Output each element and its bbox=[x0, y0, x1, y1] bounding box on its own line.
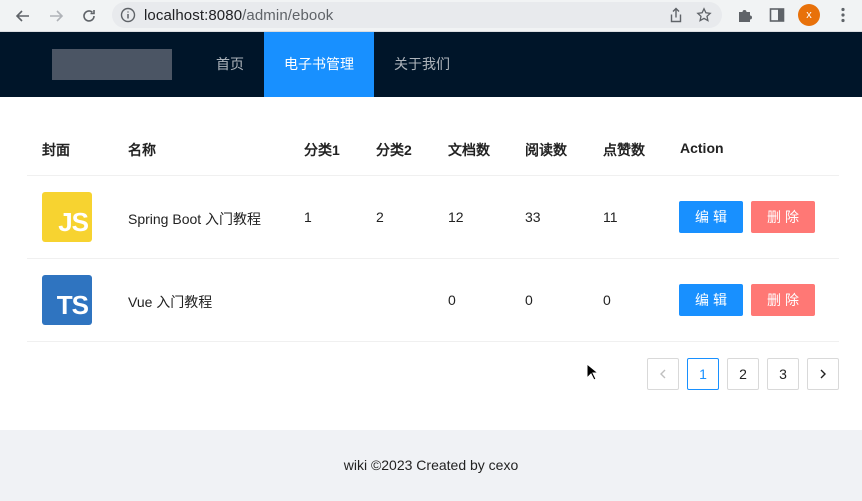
pagination-next-button[interactable] bbox=[807, 358, 839, 390]
chevron-right-icon bbox=[820, 369, 826, 379]
column-header-views: 阅读数 bbox=[525, 142, 567, 158]
book-name: Vue 入门教程 bbox=[128, 294, 213, 310]
book-category2: 2 bbox=[376, 209, 384, 225]
book-view-count: 0 bbox=[525, 292, 533, 308]
url-path: /admin/ebook bbox=[242, 7, 334, 24]
book-like-count: 11 bbox=[603, 209, 618, 225]
site-info-icon[interactable] bbox=[120, 7, 136, 23]
app-header: 首页 电子书管理 关于我们 bbox=[0, 32, 862, 97]
cover-label: TS bbox=[56, 290, 89, 320]
url-host: localhost:8080 bbox=[144, 7, 243, 24]
mouse-cursor-icon bbox=[586, 363, 598, 381]
column-header-likes: 点赞数 bbox=[603, 142, 645, 158]
pagination-page-1[interactable]: 1 bbox=[687, 358, 719, 390]
edit-button[interactable]: 编辑 bbox=[679, 284, 743, 316]
book-category1: 1 bbox=[304, 209, 312, 225]
forward-arrow-icon bbox=[50, 10, 64, 22]
main-content: 封面 名称 分类1 分类2 文档数 阅读数 点赞数 Action JS Spri… bbox=[0, 97, 862, 430]
book-doc-count: 12 bbox=[448, 209, 464, 225]
share-icon[interactable] bbox=[668, 7, 684, 23]
pagination-page-3[interactable]: 3 bbox=[767, 358, 799, 390]
menu-item-home[interactable]: 首页 bbox=[200, 32, 260, 97]
pagination-prev-button[interactable] bbox=[647, 358, 679, 390]
chevron-left-icon bbox=[660, 369, 666, 379]
book-cover-image: JS bbox=[42, 192, 92, 242]
address-bar[interactable]: localhost:8080/admin/ebook bbox=[112, 2, 722, 28]
profile-avatar[interactable]: x bbox=[798, 4, 820, 26]
reload-icon bbox=[83, 10, 95, 22]
forward-button[interactable] bbox=[45, 5, 67, 27]
side-panel-icon[interactable] bbox=[768, 6, 786, 24]
table-header: 封面 名称 分类1 分类2 文档数 阅读数 点赞数 Action bbox=[27, 122, 839, 176]
column-header-name: 名称 bbox=[128, 142, 156, 158]
bookmark-star-icon[interactable] bbox=[696, 7, 712, 23]
logo-placeholder bbox=[52, 49, 172, 80]
table-row: TS Vue 入门教程 0 0 0 编辑 删除 bbox=[27, 259, 839, 342]
cover-label: JS bbox=[58, 207, 89, 237]
column-header-category1: 分类1 bbox=[304, 142, 340, 158]
book-like-count: 0 bbox=[603, 292, 611, 308]
reload-button[interactable] bbox=[78, 5, 100, 27]
page-footer: wiki ©2023 Created by cexo bbox=[0, 430, 862, 501]
pagination-page-2[interactable]: 2 bbox=[727, 358, 759, 390]
column-header-category2: 分类2 bbox=[376, 142, 412, 158]
column-header-docs: 文档数 bbox=[448, 142, 490, 158]
delete-button[interactable]: 删除 bbox=[751, 201, 815, 233]
delete-button[interactable]: 删除 bbox=[751, 284, 815, 316]
more-menu-icon[interactable] bbox=[834, 6, 852, 24]
edit-button[interactable]: 编辑 bbox=[679, 201, 743, 233]
book-doc-count: 0 bbox=[448, 292, 456, 308]
column-header-cover: 封面 bbox=[42, 142, 70, 158]
back-arrow-icon bbox=[15, 10, 29, 22]
menu-item-about[interactable]: 关于我们 bbox=[380, 32, 464, 97]
back-button[interactable] bbox=[12, 5, 34, 27]
table-row: JS Spring Boot 入门教程 1 2 12 33 11 编辑 删除 bbox=[27, 176, 839, 259]
menu-item-ebook-admin[interactable]: 电子书管理 bbox=[264, 32, 374, 97]
url-text: localhost:8080/admin/ebook bbox=[144, 7, 333, 24]
browser-toolbar: localhost:8080/admin/ebook x bbox=[0, 0, 862, 32]
footer-text: wiki ©2023 Created by cexo bbox=[343, 457, 519, 473]
book-cover-image: TS bbox=[42, 275, 92, 325]
extensions-puzzle-icon[interactable] bbox=[736, 6, 754, 24]
column-header-action: Action bbox=[680, 140, 724, 156]
book-view-count: 33 bbox=[525, 209, 541, 225]
book-name: Spring Boot 入门教程 bbox=[128, 211, 262, 227]
